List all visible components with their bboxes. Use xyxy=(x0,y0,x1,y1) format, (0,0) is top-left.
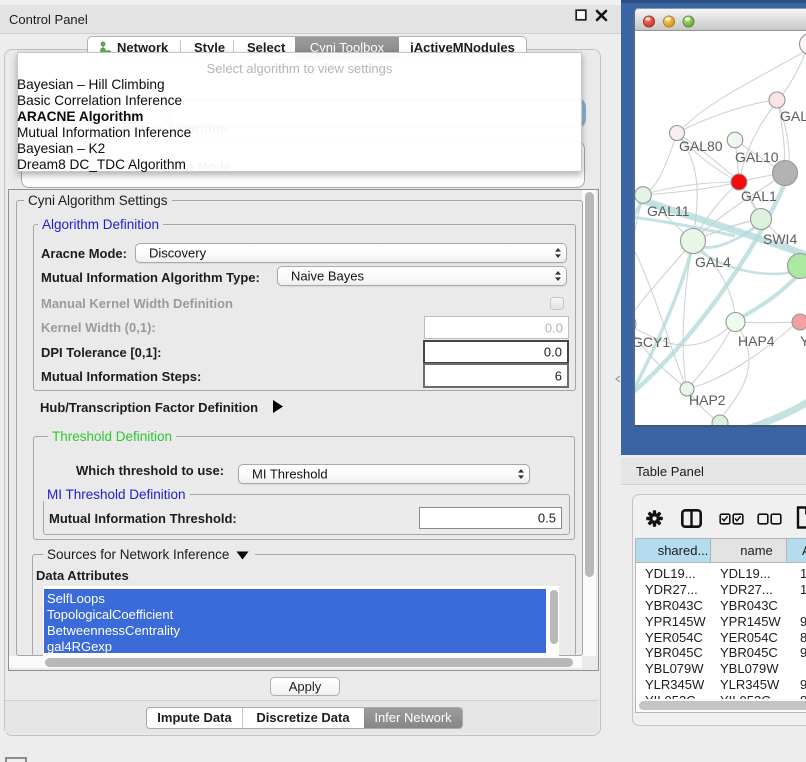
svg-text:YJ: YJ xyxy=(800,333,806,349)
svg-text:SWI4: SWI4 xyxy=(763,231,797,247)
svg-text:GAL80: GAL80 xyxy=(679,138,723,154)
svg-text:HAP4: HAP4 xyxy=(738,333,775,349)
svg-text:GAL4: GAL4 xyxy=(695,254,731,270)
svg-text:GCY1: GCY1 xyxy=(635,334,670,350)
svg-text:GAL2: GAL2 xyxy=(780,108,806,124)
svg-text:GAL1: GAL1 xyxy=(741,188,777,204)
svg-text:HAP2: HAP2 xyxy=(689,392,726,408)
svg-text:GAL11: GAL11 xyxy=(647,203,690,219)
svg-text:GAL10: GAL10 xyxy=(735,149,779,165)
